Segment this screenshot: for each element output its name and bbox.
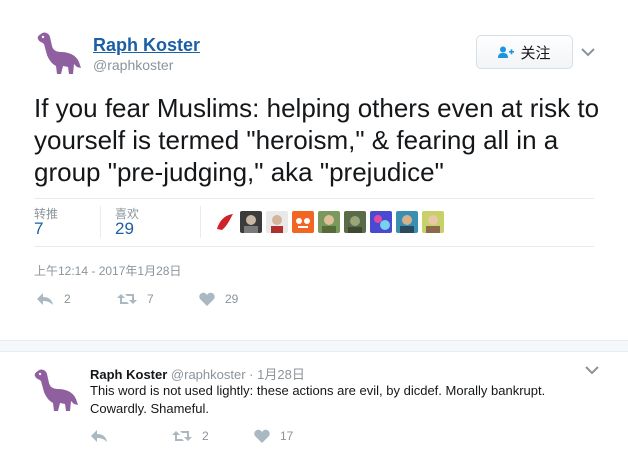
divider: [34, 198, 594, 199]
meta-separator: ·: [249, 367, 254, 382]
divider: [200, 206, 201, 238]
reply-header: Raph Koster @raphkoster · 1月28日: [90, 364, 305, 383]
heart-icon: [254, 429, 270, 443]
tweet-timestamp[interactable]: 上午12:14 - 2017年1月28日: [34, 262, 181, 279]
reply-icon: [91, 430, 107, 442]
liker-avatar[interactable]: [344, 211, 366, 233]
liker-avatar[interactable]: [292, 211, 314, 233]
divider: [34, 246, 594, 247]
author-avatar[interactable]: [33, 28, 83, 78]
liker-avatar[interactable]: [266, 211, 288, 233]
retweet-action[interactable]: 7: [117, 292, 154, 306]
follow-user-icon: [498, 46, 515, 58]
reply-like-count: 17: [280, 429, 294, 443]
reply-like-action[interactable]: 17: [254, 429, 293, 443]
liker-avatar[interactable]: [318, 211, 340, 233]
retweet-icon: [117, 294, 137, 304]
reply-text: This word is not used lightly: these act…: [90, 383, 546, 416]
reply-action[interactable]: 2: [36, 292, 71, 306]
heart-icon: [199, 292, 215, 306]
reply-reply-action[interactable]: [90, 429, 108, 443]
chevron-down-icon: [581, 47, 595, 56]
main-tweet: Raph Koster @raphkoster 关注 If you fear M…: [0, 0, 628, 340]
retweet-count: 7: [147, 292, 154, 306]
tweet-text: If you fear Muslims: helping others even…: [34, 93, 600, 187]
liker-avatar[interactable]: [422, 211, 444, 233]
divider: [100, 206, 101, 238]
reply-retweet-count: 2: [202, 429, 209, 443]
like-count: 29: [225, 292, 239, 306]
follow-button-label: 关注: [520, 44, 551, 62]
liker-avatar[interactable]: [396, 211, 418, 233]
dinosaur-avatar-icon: [37, 32, 81, 74]
author-name[interactable]: Raph Koster: [93, 35, 200, 56]
reply-icon: [37, 293, 53, 305]
liker-avatar[interactable]: [240, 211, 262, 233]
liker-avatar[interactable]: [214, 211, 236, 233]
reply-author-avatar[interactable]: [30, 365, 80, 415]
liker-avatars: [214, 210, 444, 234]
reply-retweet-action[interactable]: 2: [172, 429, 209, 443]
reply-author-name[interactable]: Raph Koster: [90, 367, 167, 382]
chevron-down-icon: [585, 365, 599, 374]
retweet-icon: [172, 431, 192, 441]
reply-date[interactable]: 1月28日: [257, 367, 305, 382]
likes-count[interactable]: 29: [115, 219, 134, 239]
author-handle[interactable]: @raphkoster: [93, 57, 173, 73]
reply-menu-caret[interactable]: [584, 362, 600, 378]
follow-button[interactable]: 关注: [476, 35, 573, 69]
like-action[interactable]: 29: [199, 292, 238, 306]
dinosaur-avatar-icon: [34, 369, 78, 411]
liker-avatar[interactable]: [370, 211, 392, 233]
conversation-separator: [0, 340, 628, 352]
retweets-count[interactable]: 7: [34, 219, 43, 239]
reply-author-handle[interactable]: @raphkoster: [171, 367, 246, 382]
reply-count: 2: [64, 292, 71, 306]
tweet-menu-caret[interactable]: [580, 44, 596, 60]
